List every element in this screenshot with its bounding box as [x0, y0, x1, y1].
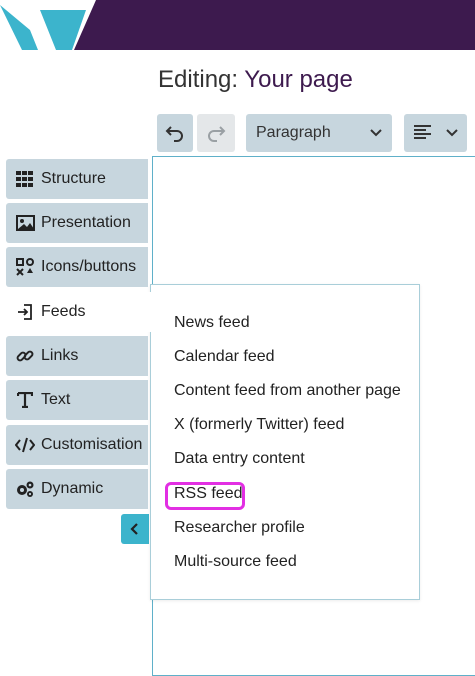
- menu-item-calendar-feed[interactable]: Calendar feed: [174, 347, 275, 367]
- undo-icon: [165, 126, 183, 142]
- redo-button[interactable]: [197, 114, 235, 152]
- link-icon: [15, 347, 35, 365]
- gears-icon: [15, 480, 35, 498]
- sidebar-item-structure[interactable]: Structure: [6, 159, 148, 199]
- menu-item-rss-feed[interactable]: RSS feed: [174, 484, 242, 504]
- image-icon: [15, 214, 35, 232]
- align-select[interactable]: [404, 114, 467, 152]
- chevron-down-icon: [370, 129, 382, 137]
- sidebar-item-feeds[interactable]: Feeds: [6, 292, 156, 332]
- redo-icon: [208, 126, 226, 142]
- feeds-menu: News feed Calendar feed Content feed fro…: [150, 284, 420, 600]
- undo-button[interactable]: [157, 114, 193, 152]
- icons-icon: [15, 258, 35, 276]
- title-page-name: Your page: [244, 66, 353, 93]
- format-select-value: Paragraph: [256, 124, 331, 141]
- top-bar: [0, 0, 475, 50]
- code-icon: [15, 436, 35, 454]
- sidebar-item-label: Text: [41, 391, 71, 408]
- sidebar-item-label: Customisation: [41, 436, 143, 453]
- chevron-left-icon: [130, 523, 138, 535]
- sidebar-item-text[interactable]: Text: [6, 380, 148, 420]
- page-title: Editing: Your page: [158, 66, 353, 94]
- sidebar-item-icons-buttons[interactable]: Icons/buttons: [6, 247, 148, 287]
- sidebar-item-label: Dynamic: [41, 480, 104, 497]
- menu-item-multi-source-feed[interactable]: Multi-source feed: [174, 552, 297, 572]
- sidebar-item-label: Presentation: [41, 214, 131, 231]
- menu-item-researcher-profile[interactable]: Researcher profile: [174, 518, 305, 538]
- menu-item-x-feed[interactable]: X (formerly Twitter) feed: [174, 415, 344, 435]
- title-prefix: Editing:: [158, 66, 239, 93]
- align-left-icon: [414, 125, 458, 139]
- sidebar-item-dynamic[interactable]: Dynamic: [6, 469, 148, 509]
- sidebar-item-links[interactable]: Links: [6, 336, 148, 376]
- format-select[interactable]: Paragraph: [246, 114, 392, 152]
- sidebar-item-presentation[interactable]: Presentation: [6, 203, 148, 243]
- text-icon: [15, 391, 35, 409]
- grid-icon: [15, 170, 35, 188]
- sidebar-item-label: Icons/buttons: [41, 258, 137, 275]
- sidebar-item-label: Links: [41, 347, 79, 364]
- sidebar-item-label: Feeds: [41, 303, 86, 320]
- feed-import-icon: [15, 303, 35, 321]
- menu-item-news-feed[interactable]: News feed: [174, 313, 250, 333]
- sidebar-item-label: Structure: [41, 170, 106, 187]
- menu-item-content-feed[interactable]: Content feed from another page: [174, 381, 401, 401]
- collapse-sidebar-button[interactable]: [121, 514, 149, 544]
- menu-item-data-entry-content[interactable]: Data entry content: [174, 449, 305, 469]
- w-logo-icon: [0, 0, 475, 50]
- sidebar-item-customisation[interactable]: Customisation: [6, 425, 148, 465]
